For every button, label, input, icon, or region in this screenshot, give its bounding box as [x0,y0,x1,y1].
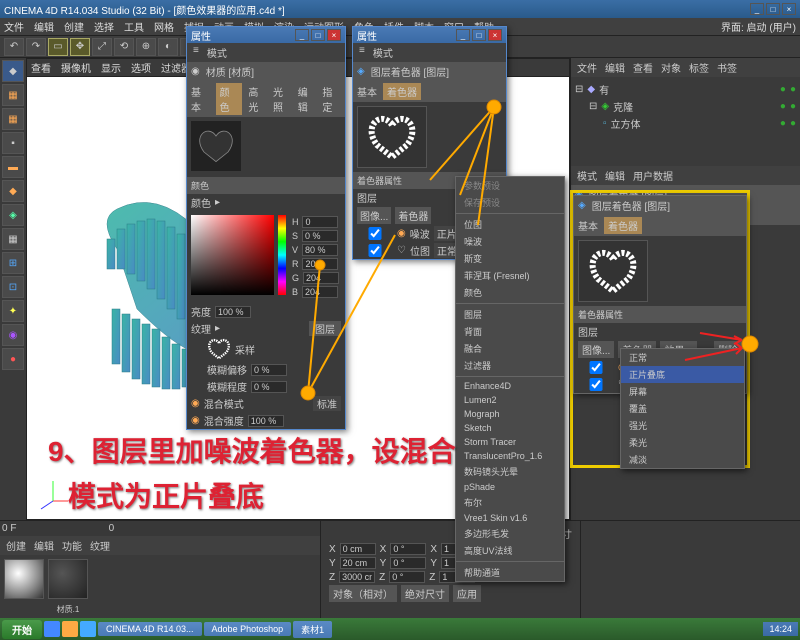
quicklaunch-icon[interactable] [44,621,60,637]
rail-axis[interactable]: ▦ [2,108,24,130]
noise-row-check[interactable] [357,227,393,240]
menu-tools[interactable]: 工具 [124,19,144,34]
taskbar: 开始 CINEMA 4D R14.03... Adobe Photoshop 素… [0,618,800,640]
quicklaunch-icon[interactable] [62,621,78,637]
left-toolrail: ◆ ▦ ▦ ▪ ▬ ◆ ◈ ▦ ⊞ ⊡ ✦ ◉ ● [0,58,26,520]
color-picker[interactable] [191,215,274,295]
vp-options[interactable]: 选项 [131,60,151,75]
expand-icon[interactable]: ⊟ [589,101,597,112]
redo-button[interactable]: ↷ [26,38,46,56]
noise-check[interactable] [578,361,614,374]
rail-uv[interactable]: ◈ [2,204,24,226]
start-button[interactable]: 开始 [2,620,42,639]
btn-shader[interactable]: 着色器 [395,207,431,224]
rail-poly[interactable]: ◆ [2,180,24,202]
menu-select[interactable]: 选择 [94,19,114,34]
tab-edit[interactable]: 编辑 [605,60,625,75]
max-icon[interactable]: □ [472,29,486,41]
scale-tool[interactable]: ⤢ [92,38,112,56]
rail-point[interactable]: ▪ [2,132,24,154]
min-icon[interactable]: _ [295,29,309,41]
rail-snap[interactable]: ⊞ [2,252,24,274]
object-tree[interactable]: ⊟◆有●● ⊟◈克隆●● ▫立方体●● [571,77,800,136]
shader-preview[interactable] [578,240,648,302]
btn-image[interactable]: 图像... [578,341,614,358]
heart-thumb-icon [207,338,231,360]
blend-overlay[interactable]: 覆盖 [621,400,744,417]
rail-10[interactable]: ◉ [2,324,24,346]
undo-button[interactable]: ↶ [4,38,24,56]
rotate-tool[interactable]: ⟲ [114,38,134,56]
tab-tags[interactable]: 标签 [689,60,709,75]
tab-objects[interactable]: 对象 [661,60,681,75]
tab-view[interactable]: 查看 [633,60,653,75]
rail-edge[interactable]: ▬ [2,156,24,178]
menu-file[interactable]: 文件 [4,19,24,34]
app-title: CINEMA 4D R14.034 Studio (32 Bit) - [颜色效… [4,2,750,17]
close-icon[interactable]: × [488,29,502,41]
tool-6[interactable]: ◐ [158,38,178,56]
bottom-area: 0 F0 创建 编辑 功能 纹理 材质.1 尺寸 XXX YYY ZZZ 对象（… [0,520,800,618]
move-tool[interactable]: ✥ [70,38,90,56]
tab-file[interactable]: 文件 [577,60,597,75]
blend-multiply[interactable]: 正片叠底 [621,366,744,383]
maximize-button[interactable]: □ [766,3,780,15]
attr-edit[interactable]: 编辑 [605,168,625,183]
rail-work[interactable]: ⊡ [2,276,24,298]
blend-hardlight[interactable]: 强光 [621,417,744,434]
min-icon[interactable]: _ [456,29,470,41]
minimize-button[interactable]: _ [750,3,764,15]
rail-11[interactable]: ● [2,348,24,370]
expand-icon[interactable]: ⊟ [575,84,583,95]
bitmap-check[interactable] [578,378,614,391]
vp-display[interactable]: 显示 [101,60,121,75]
arrow-icon[interactable]: ▸ [215,323,220,334]
attr-userdata[interactable]: 用户数据 [633,168,673,183]
task-folder[interactable]: 素材1 [293,621,332,638]
clock[interactable]: 14:24 [763,622,798,636]
attr-tabs: 模式 编辑 用户数据 [571,166,800,185]
axis-gizmo [33,471,73,513]
rail-model[interactable]: ◆ [2,60,24,82]
rail-object[interactable]: ▦ [2,84,24,106]
menu-mesh[interactable]: 网格 [154,19,174,34]
blend-dodge[interactable]: 减淡 [621,451,744,468]
menu-edit[interactable]: 编辑 [34,19,54,34]
btn-image[interactable]: 图像... [357,207,391,224]
attr-mode[interactable]: 模式 [577,168,597,183]
close-icon[interactable]: × [327,29,341,41]
layer-preview[interactable] [357,106,427,168]
shader-type-dropdown[interactable]: 参数预设 保存预设 位图 噪波 斯变 菲涅耳 (Fresnel) 颜色 图层 背… [455,176,565,582]
vp-camera[interactable]: 摄像机 [61,60,91,75]
app-titlebar: CINEMA 4D R14.034 Studio (32 Bit) - [颜色效… [0,0,800,18]
rail-tex[interactable]: ▦ [2,228,24,250]
hue-slider[interactable] [278,215,286,295]
menu-create[interactable]: 创建 [64,19,84,34]
vp-view[interactable]: 查看 [31,60,51,75]
task-c4d[interactable]: CINEMA 4D R14.03... [98,622,202,636]
object-manager-tabs: 文件 编辑 查看 对象 标签 书签 [571,58,800,77]
material-slot-1[interactable] [4,559,44,599]
select-tool[interactable]: ▭ [48,38,68,56]
task-ps[interactable]: Adobe Photoshop [204,622,292,636]
close-button[interactable]: × [782,3,796,15]
quicklaunch-icon[interactable] [80,621,96,637]
bitmap-row-check[interactable] [357,244,393,257]
tab-bookmarks[interactable]: 书签 [717,60,737,75]
max-icon[interactable]: □ [311,29,325,41]
blend-normal[interactable]: 正常 [621,349,744,366]
rail-9[interactable]: ✦ [2,300,24,322]
material-slot-2[interactable] [48,559,88,599]
blend-screen[interactable]: 屏幕 [621,383,744,400]
interface-selector[interactable]: 界面: 启动 (用户) [721,19,796,34]
material-attr-window: 属性 _□× ≡模式 ◉材质 [材质] 基本 颜色 高光 光照 编辑 指定 颜色… [186,26,346,430]
blend-softlight[interactable]: 柔光 [621,434,744,451]
arrow-icon[interactable]: ▸ [215,197,220,208]
tool-5[interactable]: ⊕ [136,38,156,56]
blend-mode-dropdown[interactable]: 正常 正片叠底 屏幕 覆盖 强光 柔光 减淡 [620,348,745,469]
material-preview[interactable] [191,121,241,171]
